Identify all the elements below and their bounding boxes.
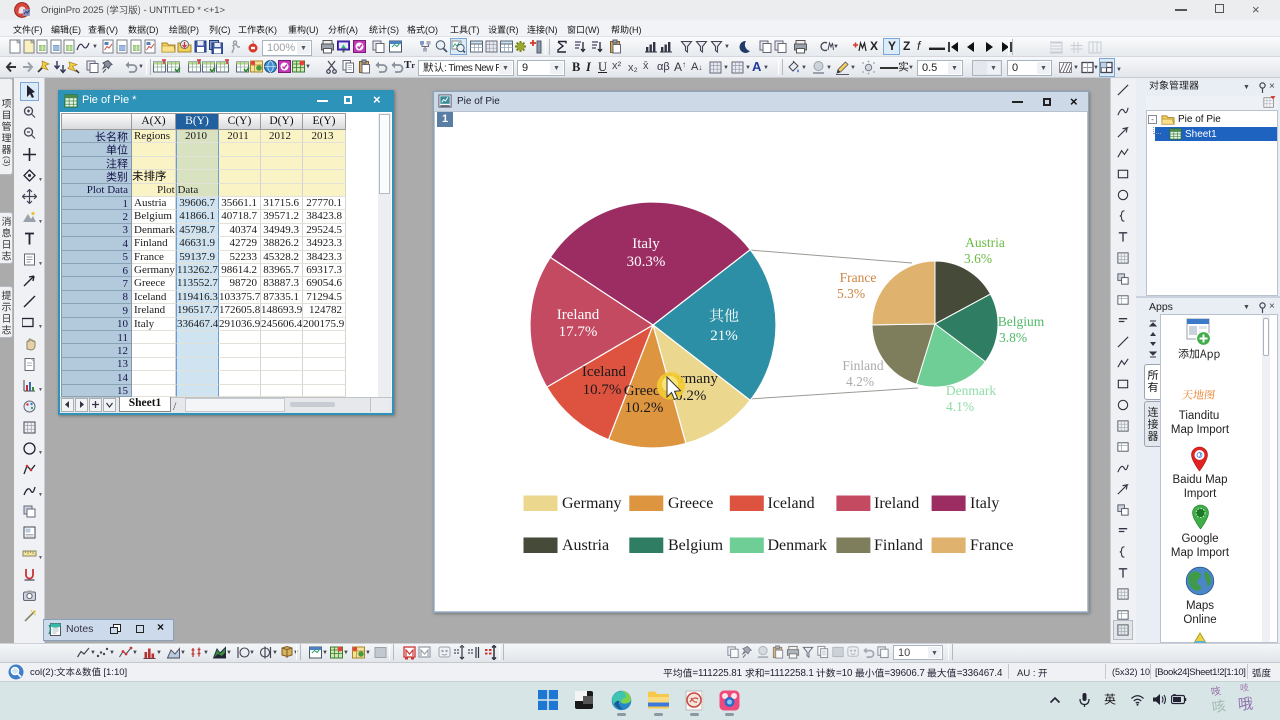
svg-text:Finland: Finland xyxy=(874,537,923,554)
svg-text:Belgium: Belgium xyxy=(998,314,1045,329)
svg-text:Austria: Austria xyxy=(965,235,1005,250)
svg-text:30.3%: 30.3% xyxy=(627,254,666,270)
svg-text:Germany: Germany xyxy=(562,495,622,512)
svg-text:Italy: Italy xyxy=(632,236,660,252)
svg-text:Ireland: Ireland xyxy=(557,307,600,323)
svg-text:Austria: Austria xyxy=(562,537,609,554)
svg-text:France: France xyxy=(970,537,1014,554)
svg-text:3.6%: 3.6% xyxy=(964,251,992,266)
svg-text:4.1%: 4.1% xyxy=(946,399,974,414)
svg-text:France: France xyxy=(840,270,877,285)
svg-text:Denmark: Denmark xyxy=(768,537,828,554)
svg-text:Greece: Greece xyxy=(668,495,713,512)
svg-text:Italy: Italy xyxy=(970,495,999,512)
svg-text:17.7%: 17.7% xyxy=(559,324,598,340)
svg-text:4.2%: 4.2% xyxy=(846,374,874,389)
svg-text:Belgium: Belgium xyxy=(668,537,724,554)
svg-text:3.8%: 3.8% xyxy=(999,330,1027,345)
svg-text:10.2%: 10.2% xyxy=(625,400,664,416)
svg-text:21%: 21% xyxy=(710,328,738,344)
svg-text:Iceland: Iceland xyxy=(582,364,627,380)
svg-text:Iceland: Iceland xyxy=(768,495,815,512)
svg-text:10.7%: 10.7% xyxy=(583,382,622,398)
svg-text:Finland: Finland xyxy=(842,358,884,373)
svg-text:5.3%: 5.3% xyxy=(837,286,865,301)
svg-text:Denmark: Denmark xyxy=(946,383,996,398)
svg-text:Ireland: Ireland xyxy=(874,495,919,512)
